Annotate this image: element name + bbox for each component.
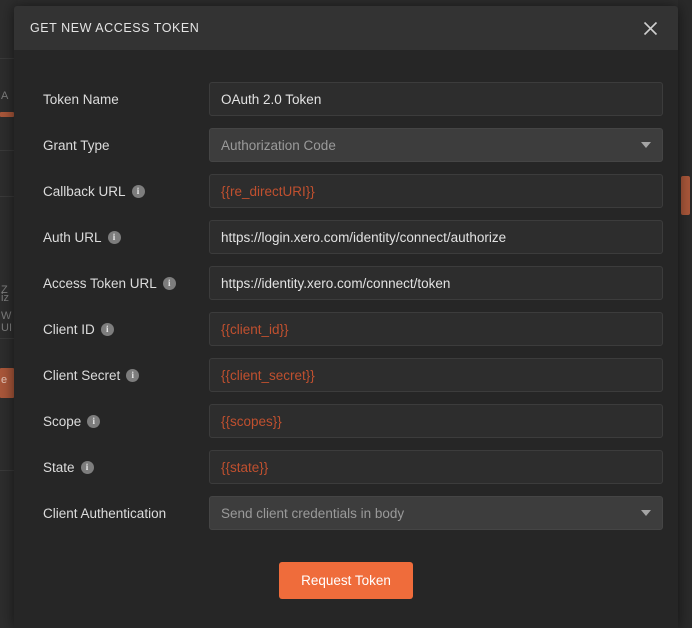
chevron-down-icon[interactable] xyxy=(641,510,651,516)
background-accent-tab xyxy=(681,176,690,215)
field-label-text: Grant Type xyxy=(43,137,110,153)
field-value: {{scopes}} xyxy=(221,413,282,429)
text-input[interactable]: {{client_id}} xyxy=(209,312,663,346)
form-row: Auth URL i https://login.xero.com/identity… xyxy=(14,214,678,260)
field-value: https://identity.xero.com/connect/token xyxy=(221,275,451,291)
info-icon[interactable]: i xyxy=(87,414,101,428)
text-input[interactable]: {{state}} xyxy=(209,450,663,484)
field-value: {{client_secret}} xyxy=(221,367,315,383)
field-label-text: Client ID xyxy=(43,321,95,337)
text-input[interactable]: {{client_secret}} xyxy=(209,358,663,392)
field-value: OAuth 2.0 Token xyxy=(221,91,322,107)
close-icon[interactable] xyxy=(638,16,662,40)
field-value: {{state}} xyxy=(221,459,269,475)
background-fragment: iz xyxy=(1,292,9,304)
field-label: Token Name xyxy=(29,92,209,107)
field-value: Authorization Code xyxy=(221,137,336,153)
screen: A Z W iz UI e GET NEW ACCESS TOKEN Token… xyxy=(0,0,692,628)
background-fragment: A xyxy=(1,90,9,102)
form-row: Client ID i {{client_id}} xyxy=(14,306,678,352)
field-label-text: State xyxy=(43,459,75,475)
field-label: Client Authentication xyxy=(29,506,209,521)
field-label: Client Secret i xyxy=(29,368,209,383)
field-label: Access Token URL i xyxy=(29,276,209,291)
field-label: Client ID i xyxy=(29,322,209,337)
info-icon[interactable]: i xyxy=(126,368,140,382)
info-icon[interactable]: i xyxy=(131,184,145,198)
field-label-text: Client Secret xyxy=(43,367,121,383)
info-icon[interactable]: i xyxy=(100,322,114,336)
form-row: Grant Type Authorization Code xyxy=(14,122,678,168)
field-label-text: Token Name xyxy=(43,91,119,107)
form-row: Token Name OAuth 2.0 Token xyxy=(14,76,678,122)
info-icon[interactable]: i xyxy=(162,276,176,290)
field-value: {{client_id}} xyxy=(221,321,289,337)
chevron-down-icon[interactable] xyxy=(641,142,651,148)
text-input[interactable]: {{re_directURI}} xyxy=(209,174,663,208)
text-input[interactable]: OAuth 2.0 Token xyxy=(209,82,663,116)
field-label-text: Callback URL xyxy=(43,183,126,199)
field-label: Grant Type xyxy=(29,138,209,153)
field-value: Send client credentials in body xyxy=(221,505,405,521)
field-label: State i xyxy=(29,460,209,475)
field-label-text: Auth URL xyxy=(43,229,102,245)
request-token-button[interactable]: Request Token xyxy=(279,562,413,599)
modal-header: GET NEW ACCESS TOKEN xyxy=(14,6,678,50)
field-label: Callback URL i xyxy=(29,184,209,199)
select-field[interactable]: Authorization Code xyxy=(209,128,663,162)
field-label-text: Client Authentication xyxy=(43,505,167,521)
background-fragment: e xyxy=(1,374,8,386)
info-icon[interactable]: i xyxy=(107,230,121,244)
form-row: Access Token URL i https://identity.xero.c… xyxy=(14,260,678,306)
text-input[interactable]: {{scopes}} xyxy=(209,404,663,438)
form-row: Callback URL i {{re_directURI}} xyxy=(14,168,678,214)
text-input[interactable]: https://login.xero.com/identity/connect/… xyxy=(209,220,663,254)
field-label-text: Access Token URL xyxy=(43,275,157,291)
background-fragment: W xyxy=(1,310,12,322)
modal-body: Token Name OAuth 2.0 Token Grant Type Autho… xyxy=(14,50,678,628)
select-field[interactable]: Send client credentials in body xyxy=(209,496,663,530)
info-icon[interactable]: i xyxy=(80,460,94,474)
form-rows: Token Name OAuth 2.0 Token Grant Type Autho… xyxy=(14,76,678,536)
form-row: Scope i {{scopes}} xyxy=(14,398,678,444)
get-new-access-token-modal: GET NEW ACCESS TOKEN Token Name OAuth 2.0… xyxy=(14,6,678,628)
field-label-text: Scope xyxy=(43,413,82,429)
field-label: Scope i xyxy=(29,414,209,429)
form-row: Client Authentication Send client credent… xyxy=(14,490,678,536)
form-row: Client Secret i {{client_secret}} xyxy=(14,352,678,398)
form-row: State i {{state}} xyxy=(14,444,678,490)
submit-row: Request Token xyxy=(14,536,678,599)
background-fragment: UI xyxy=(1,322,12,334)
field-label: Auth URL i xyxy=(29,230,209,245)
field-value: {{re_directURI}} xyxy=(221,183,315,199)
background-right-sliver xyxy=(678,0,692,628)
field-value: https://login.xero.com/identity/connect/… xyxy=(221,229,507,245)
modal-title: GET NEW ACCESS TOKEN xyxy=(30,21,200,35)
text-input[interactable]: https://identity.xero.com/connect/token xyxy=(209,266,663,300)
